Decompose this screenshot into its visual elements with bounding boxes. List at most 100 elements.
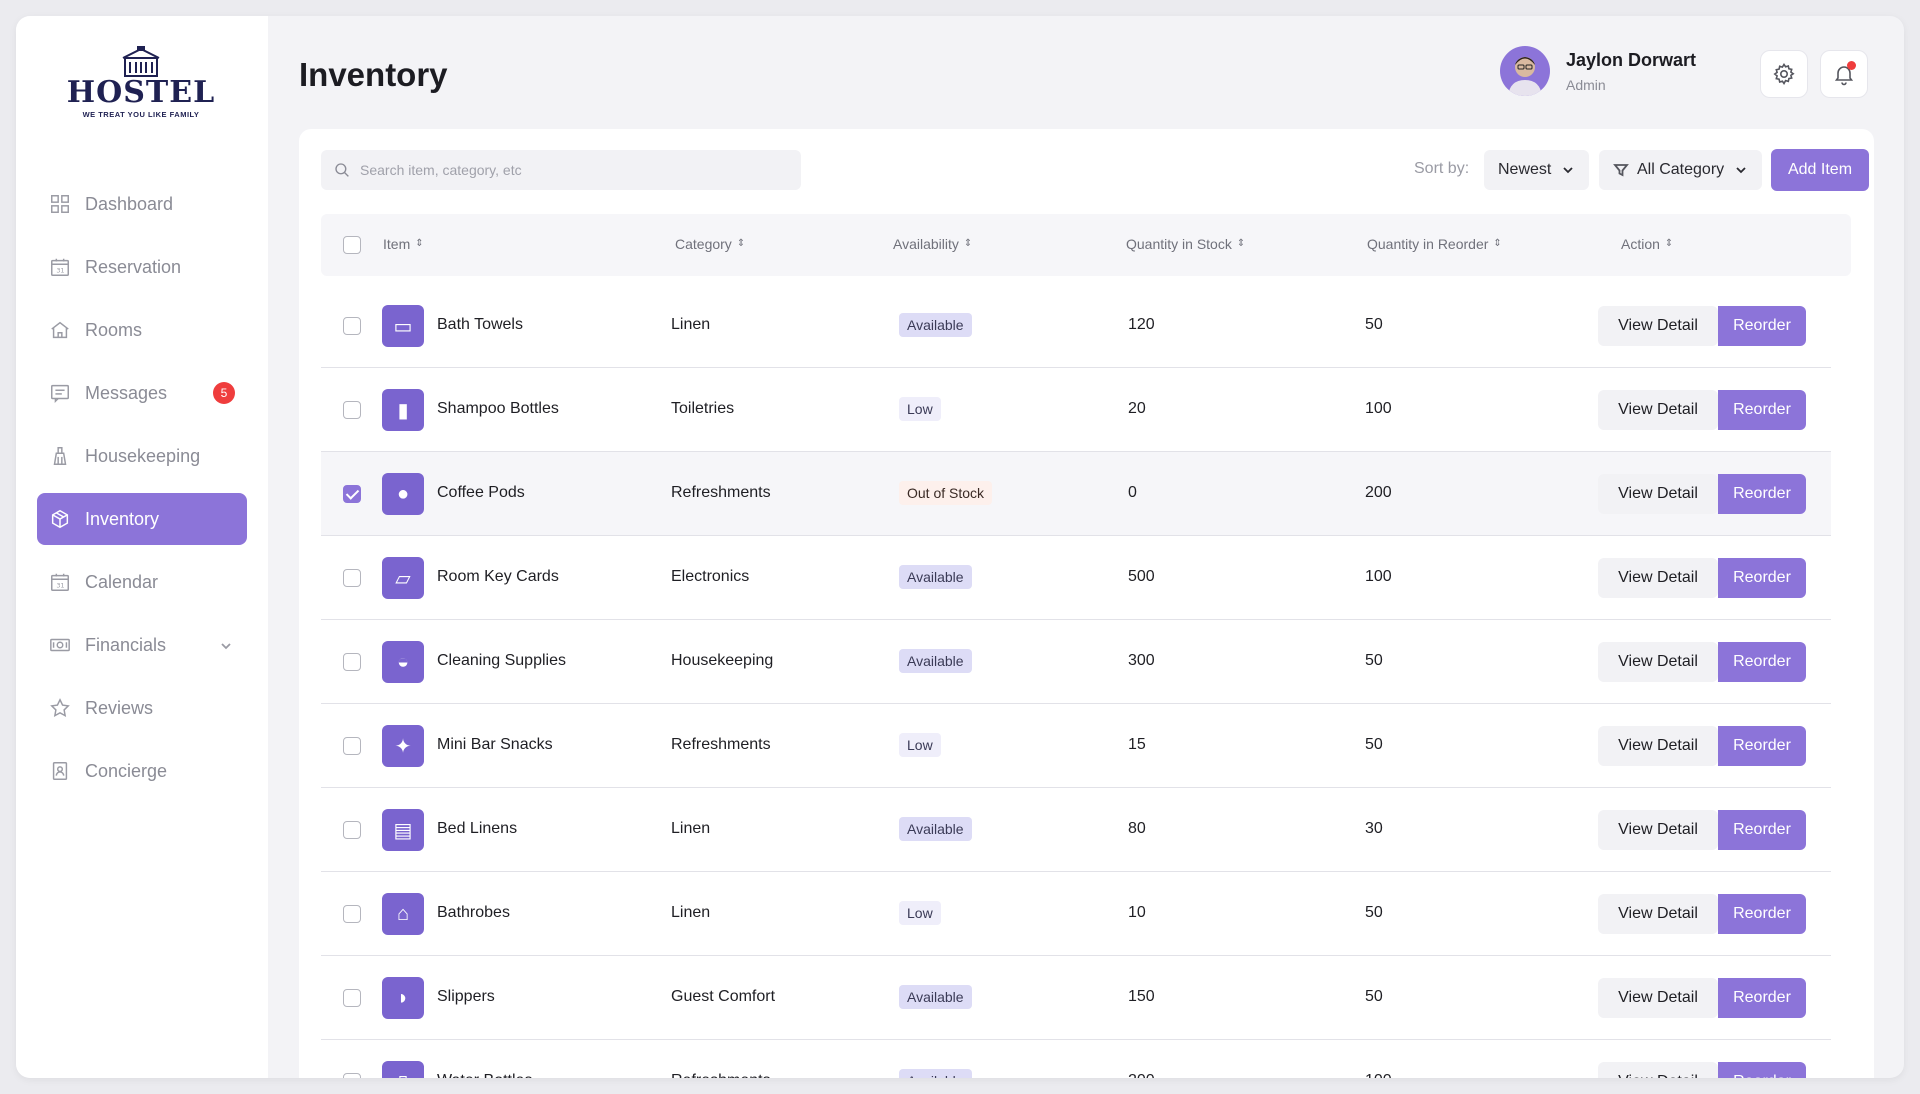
view-detail-button[interactable]: View Detail [1598,726,1718,766]
column-header-action[interactable]: Action ⇕ [1621,236,1673,252]
availability-badge: Low [899,733,941,757]
item-name: Slippers [437,988,495,1005]
column-label: Action [1621,236,1660,252]
user-role: Admin [1566,76,1606,93]
row-checkbox[interactable] [343,821,361,839]
availability-badge: Low [899,397,941,421]
user-profile[interactable]: Jaylon Dorwart Admin [1500,46,1696,96]
sidebar-item-reviews[interactable]: Reviews [37,682,247,734]
column-header-quantity-in-reorder[interactable]: Quantity in Reorder ⇕ [1367,236,1502,252]
avatar [1500,46,1550,96]
reorder-button[interactable]: Reorder [1718,894,1806,934]
sidebar-item-financials[interactable]: Financials [37,619,247,671]
quantity-in-reorder: 50 [1365,652,1383,669]
table-row[interactable]: ▭ Bath Towels Linen Available 120 50 View Deta… [321,284,1831,368]
star-icon [49,697,71,719]
item-name: Water Bottles [437,1072,532,1078]
sidebar-item-label: Reservation [85,256,182,277]
column-header-availability[interactable]: Availability ⇕ [893,236,972,252]
sidebar-item-calendar[interactable]: 31 Calendar [37,556,247,608]
table-row[interactable]: ● Coffee Pods Refreshments Out of Stock 0 200… [321,452,1831,536]
hostel-logo[interactable]: HOSTEL WE TREAT YOU LIKE FAMILY [56,46,226,146]
sidebar-item-messages[interactable]: Messages 5 [37,367,247,419]
column-header-quantity-in-stock[interactable]: Quantity in Stock ⇕ [1126,236,1245,252]
chevron-down-icon[interactable] [219,637,233,651]
quantity-in-reorder: 100 [1365,568,1392,585]
reorder-button[interactable]: Reorder [1718,390,1806,430]
view-detail-button[interactable]: View Detail [1598,642,1718,682]
reorder-button[interactable]: Reorder [1718,306,1806,346]
search-box[interactable] [321,150,801,190]
add-item-button[interactable]: Add Item [1771,149,1869,191]
item-name: Cleaning Supplies [437,652,566,669]
sidebar-item-inventory[interactable]: Inventory [37,493,247,545]
sort-icon: ⇕ [1664,238,1674,249]
column-header-item[interactable]: Item ⇕ [383,236,424,252]
reorder-button[interactable]: Reorder [1718,1062,1806,1078]
settings-button[interactable] [1760,50,1808,98]
view-detail-button[interactable]: View Detail [1598,810,1718,850]
notifications-button[interactable] [1820,50,1868,98]
table-header: Item ⇕ Category ⇕ Availability ⇕ Quantity i… [321,214,1851,276]
sidebar-item-reservation[interactable]: 31 Reservation [37,241,247,293]
sidebar-item-label: Calendar [85,571,159,592]
towel-icon: ▭ [382,305,424,347]
concierge-icon [49,760,71,782]
quantity-in-stock: 500 [1128,568,1155,585]
filter-icon [1613,164,1629,177]
availability-badge: Available [899,1069,972,1078]
row-checkbox[interactable] [343,989,361,1007]
row-checkbox[interactable] [343,485,361,503]
view-detail-button[interactable]: View Detail [1598,978,1718,1018]
svg-text:31: 31 [56,267,64,275]
sidebar-item-dashboard[interactable]: Dashboard [37,178,247,230]
reorder-button[interactable]: Reorder [1718,810,1806,850]
sidebar-item-concierge[interactable]: Concierge [37,745,247,797]
reorder-button[interactable]: Reorder [1718,642,1806,682]
sidebar-item-housekeeping[interactable]: Housekeeping [37,430,247,482]
row-checkbox[interactable] [343,1073,361,1078]
category-filter-dropdown[interactable]: All Category [1599,150,1763,190]
view-detail-button[interactable]: View Detail [1598,474,1718,514]
table-row[interactable]: ▯ Water Bottles Refreshments Available 200 10… [321,1040,1831,1078]
quantity-in-stock: 150 [1128,988,1155,1005]
reorder-button[interactable]: Reorder [1718,726,1806,766]
sidebar-item-rooms[interactable]: Rooms [37,304,247,356]
app-window: HOSTEL WE TREAT YOU LIKE FAMILY Dashboar… [16,16,1904,1078]
row-checkbox[interactable] [343,737,361,755]
view-detail-button[interactable]: View Detail [1598,1062,1718,1078]
quantity-in-reorder: 100 [1365,1072,1392,1078]
item-category: Linen [671,316,711,333]
money-icon [49,634,71,656]
table-row[interactable]: ▱ Room Key Cards Electronics Available 500 10… [321,536,1831,620]
row-checkbox[interactable] [343,569,361,587]
message-icon [49,382,71,404]
reorder-button[interactable]: Reorder [1718,558,1806,598]
view-detail-button[interactable]: View Detail [1598,558,1718,598]
table-row[interactable]: ◒ Cleaning Supplies Housekeeping Available 3… [321,620,1831,704]
table-row[interactable]: ⌂ Bathrobes Linen Low 10 50 View Detail Reorder [321,872,1831,956]
row-checkbox[interactable] [343,317,361,335]
reorder-button[interactable]: Reorder [1718,474,1806,514]
view-detail-button[interactable]: View Detail [1598,894,1718,934]
sort-dropdown[interactable]: Newest [1484,150,1590,190]
row-checkbox[interactable] [343,401,361,419]
table-row[interactable]: ◗ Slippers Guest Comfort Available 150 50 View… [321,956,1831,1040]
quantity-in-stock: 0 [1128,484,1137,501]
table-row[interactable]: ▮ Shampoo Bottles Toiletries Low 20 100 View D… [321,368,1831,452]
reorder-button[interactable]: Reorder [1718,978,1806,1018]
snack-icon: ✦ [382,725,424,767]
unread-count-badge: 5 [213,382,235,404]
row-checkbox[interactable] [343,905,361,923]
column-label: Quantity in Stock [1126,236,1232,252]
select-all-checkbox[interactable] [343,236,361,254]
table-row[interactable]: ▤ Bed Linens Linen Available 80 30 View Detail… [321,788,1831,872]
view-detail-button[interactable]: View Detail [1598,390,1718,430]
view-detail-button[interactable]: View Detail [1598,306,1718,346]
column-header-category[interactable]: Category ⇕ [675,236,745,252]
bucket-icon: ◒ [382,641,424,683]
row-checkbox[interactable] [343,653,361,671]
item-category: Refreshments [671,1072,771,1078]
table-row[interactable]: ✦ Mini Bar Snacks Refreshments Low 15 50 View … [321,704,1831,788]
search-input[interactable] [360,162,780,178]
